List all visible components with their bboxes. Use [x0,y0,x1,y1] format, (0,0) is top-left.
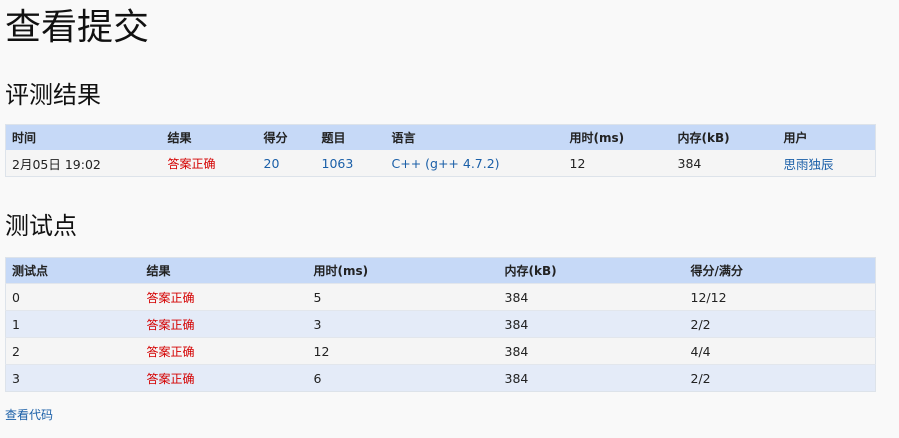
submit-time: 2月05日 19:02 [12,156,101,172]
result-heading: 评测结果 [5,81,101,109]
test-id: 2 [12,343,20,359]
test-status: 答案正确 [146,344,195,359]
result-table: 时间 结果 得分 题目 语言 用时(ms) 内存(kB) 用户 2月05日 19… [5,124,876,177]
test-score: 12/12 [690,289,727,305]
tests-heading: 测试点 [5,212,77,240]
language-link[interactable]: C++ (g++ 4.7.2) [392,156,500,171]
result-status: 答案正确 [167,156,216,171]
col-header-result: 结果 [167,131,192,145]
view-code-link[interactable]: 查看代码 [5,406,53,423]
test-id: 0 [12,289,20,305]
col-header-test-id: 测试点 [12,264,49,278]
col-header-score: 得分 [263,131,288,145]
test-time: 5 [313,289,322,305]
result-row: 2月05日 19:02 答案正确 20 1063 C++ (g++ 4.7.2)… [5,150,876,177]
memory-kb: 384 [677,155,702,171]
test-score: 2/2 [690,370,711,386]
test-time: 3 [313,316,322,332]
test-memory: 384 [504,370,529,386]
score-link[interactable]: 20 [264,156,280,171]
col-header-language: 语言 [391,131,416,145]
test-memory: 384 [504,289,529,305]
user-link[interactable]: 思雨独辰 [784,157,834,172]
test-time: 6 [313,370,322,386]
time-ms: 12 [569,155,586,171]
test-time: 12 [313,343,330,359]
problem-link[interactable]: 1063 [322,156,354,171]
col-header-user: 用户 [783,131,808,145]
tests-header-row: 测试点 结果 用时(ms) 内存(kB) 得分/满分 [5,257,876,284]
test-status: 答案正确 [146,371,195,386]
col-header-test-time: 用时(ms) [313,264,369,278]
col-header-test-memory: 内存(kB) [504,264,557,278]
col-header-test-score: 得分/满分 [690,264,743,278]
table-row: 0 答案正确 5 384 12/12 [5,283,876,311]
col-header-test-result: 结果 [146,264,171,278]
col-header-time-ms: 用时(ms) [569,131,625,145]
test-id: 3 [12,370,20,386]
tests-table: 测试点 结果 用时(ms) 内存(kB) 得分/满分 0 答案正确 5 384 … [5,257,876,392]
result-header-row: 时间 结果 得分 题目 语言 用时(ms) 内存(kB) 用户 [5,124,876,150]
table-row: 3 答案正确 6 384 2/2 [5,364,876,392]
col-header-time: 时间 [12,131,37,145]
test-memory: 384 [504,316,529,332]
col-header-problem: 题目 [321,131,346,145]
table-row: 2 答案正确 12 384 4/4 [5,337,876,365]
test-status: 答案正确 [146,317,195,332]
table-row: 1 答案正确 3 384 2/2 [5,310,876,338]
test-status: 答案正确 [146,290,195,305]
page-title: 查看提交 [5,7,150,48]
col-header-memory: 内存(kB) [677,131,730,145]
test-score: 2/2 [690,316,711,332]
test-id: 1 [12,316,20,332]
test-score: 4/4 [690,343,711,359]
test-memory: 384 [504,343,529,359]
